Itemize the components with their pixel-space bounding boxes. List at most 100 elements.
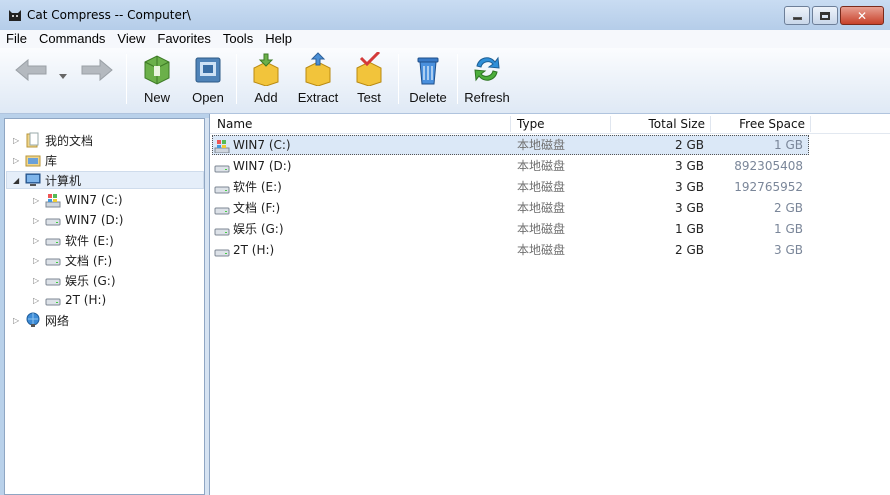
toolbar-separator xyxy=(126,54,127,104)
chevron-down-icon[interactable] xyxy=(58,72,68,80)
test-button[interactable]: Test xyxy=(350,52,388,108)
maximize-button[interactable] xyxy=(812,6,838,25)
column-divider[interactable] xyxy=(510,116,511,132)
row-type: 本地磁盘 xyxy=(517,222,566,236)
expand-arrow-icon[interactable]: ▷ xyxy=(33,296,43,305)
test-icon xyxy=(356,52,382,86)
drive-icon xyxy=(214,165,230,173)
expand-arrow-icon[interactable]: ▷ xyxy=(33,216,43,225)
refresh-icon xyxy=(474,56,500,82)
column-header-free-space[interactable]: Free Space xyxy=(710,114,805,134)
network-icon xyxy=(26,312,40,327)
toolbar: New Open Add Extract Test Delete Refresh xyxy=(0,48,890,114)
tree-item-computer[interactable]: ◢ 计算机 xyxy=(13,170,81,190)
delete-label: Delete xyxy=(409,90,447,105)
title-bar[interactable]: Cat Compress -- Computer\ ✕ xyxy=(0,0,890,30)
menu-file[interactable]: File xyxy=(0,30,33,48)
refresh-label: Refresh xyxy=(464,90,510,105)
add-button[interactable]: Add xyxy=(246,52,286,108)
collapse-arrow-icon[interactable]: ◢ xyxy=(13,176,23,185)
menu-commands[interactable]: Commands xyxy=(33,30,111,48)
maximize-icon xyxy=(820,11,830,20)
menu-view[interactable]: View xyxy=(111,30,151,48)
minimize-button[interactable] xyxy=(784,6,810,25)
tree-item-drive-f[interactable]: ▷ 文档 (F:) xyxy=(33,250,112,270)
expand-arrow-icon[interactable]: ▷ xyxy=(33,236,43,245)
delete-button[interactable]: Delete xyxy=(406,52,450,108)
row-free-space: 2 GB xyxy=(774,201,803,215)
column-header-total-size[interactable]: Total Size xyxy=(610,114,705,134)
extract-button[interactable]: Extract xyxy=(294,52,342,108)
row-free-space: 1 GB xyxy=(774,138,803,152)
drive-icon xyxy=(45,258,61,266)
system-drive-icon xyxy=(214,140,230,153)
refresh-button[interactable]: Refresh xyxy=(462,52,512,108)
table-row[interactable]: 2T (H:) 本地磁盘 2 GB 3 GB xyxy=(210,240,890,261)
menu-tools[interactable]: Tools xyxy=(217,30,259,48)
tree-item-drive-d[interactable]: ▷ WIN7 (D:) xyxy=(33,210,123,230)
drive-icon xyxy=(45,298,61,306)
minimize-icon xyxy=(792,17,802,20)
table-row[interactable]: WIN7 (D:) 本地磁盘 3 GB 892305408 xyxy=(210,156,890,177)
add-label: Add xyxy=(254,90,278,105)
expand-arrow-icon[interactable]: ▷ xyxy=(13,156,23,165)
table-row[interactable]: 软件 (E:) 本地磁盘 3 GB 192765952 xyxy=(210,177,890,198)
table-row[interactable]: 娱乐 (G:) 本地磁盘 1 GB 1 GB xyxy=(210,219,890,240)
tree-item-drive-g[interactable]: ▷ 娱乐 (G:) xyxy=(33,270,116,290)
row-free-space: 3 GB xyxy=(774,243,803,257)
row-type: 本地磁盘 xyxy=(517,159,566,173)
close-icon: ✕ xyxy=(856,8,868,23)
menu-help[interactable]: Help xyxy=(259,30,298,48)
row-total-size: 3 GB xyxy=(675,201,704,215)
row-total-size: 2 GB xyxy=(675,243,704,257)
row-type: 本地磁盘 xyxy=(517,180,566,194)
expand-arrow-icon[interactable]: ▷ xyxy=(33,256,43,265)
extract-label: Extract xyxy=(297,90,339,105)
open-archive-icon xyxy=(195,57,221,83)
row-name: 软件 (E:) xyxy=(233,180,282,194)
expand-arrow-icon[interactable]: ▷ xyxy=(13,316,23,325)
column-divider[interactable] xyxy=(810,116,811,132)
drive-icon xyxy=(214,207,230,215)
table-row[interactable]: 文档 (F:) 本地磁盘 3 GB 2 GB xyxy=(210,198,890,219)
new-button[interactable]: New xyxy=(136,52,178,108)
new-label: New xyxy=(143,90,170,105)
add-icon xyxy=(253,53,279,86)
row-total-size: 3 GB xyxy=(675,159,704,173)
expand-arrow-icon[interactable]: ▷ xyxy=(33,276,43,285)
drive-icon xyxy=(214,186,230,194)
library-icon xyxy=(25,155,41,167)
cat-icon xyxy=(9,10,21,21)
close-button[interactable]: ✕ xyxy=(840,6,884,25)
tree-item-drive-c[interactable]: ▷ WIN7 (C:) xyxy=(33,190,123,210)
tree-item-library[interactable]: ▷ 库 xyxy=(13,150,57,170)
tree-item-documents[interactable]: ▷ 我的文档 xyxy=(13,130,93,150)
row-total-size: 2 GB xyxy=(675,138,704,152)
open-button[interactable]: Open xyxy=(186,52,230,108)
row-free-space: 192765952 xyxy=(734,180,803,194)
back-arrow-icon[interactable] xyxy=(14,58,48,82)
row-type: 本地磁盘 xyxy=(517,243,566,257)
row-free-space: 1 GB xyxy=(774,222,803,236)
tree-item-drive-h[interactable]: ▷ 2T (H:) xyxy=(33,290,106,310)
folder-tree[interactable]: ▷ 我的文档 ▷ 库 ◢ 计算机 ▷ WIN7 (C:) ▷ WIN7 (D:)… xyxy=(4,118,205,495)
tree-item-drive-e[interactable]: ▷ 软件 (E:) xyxy=(33,230,114,250)
forward-arrow-icon[interactable] xyxy=(80,58,114,82)
menu-favorites[interactable]: Favorites xyxy=(151,30,216,48)
row-type: 本地磁盘 xyxy=(517,138,566,152)
toolbar-separator xyxy=(457,54,458,104)
open-label: Open xyxy=(192,90,224,105)
system-drive-icon xyxy=(45,194,61,208)
column-header-type[interactable]: Type xyxy=(517,114,545,134)
file-list[interactable]: Name Type Total Size Free Space WIN7 (C:… xyxy=(209,114,890,495)
expand-arrow-icon[interactable]: ▷ xyxy=(33,196,43,205)
list-header: Name Type Total Size Free Space xyxy=(210,114,890,134)
tree-item-network[interactable]: ▷ 网络 xyxy=(13,310,69,330)
expand-arrow-icon[interactable]: ▷ xyxy=(13,136,23,145)
row-name: WIN7 (D:) xyxy=(233,159,292,173)
drive-icon xyxy=(214,228,230,236)
table-row[interactable]: WIN7 (C:) 本地磁盘 2 GB 1 GB xyxy=(210,135,890,156)
toolbar-separator xyxy=(236,54,237,104)
column-header-name[interactable]: Name xyxy=(217,114,252,134)
drive-icon xyxy=(45,238,61,246)
